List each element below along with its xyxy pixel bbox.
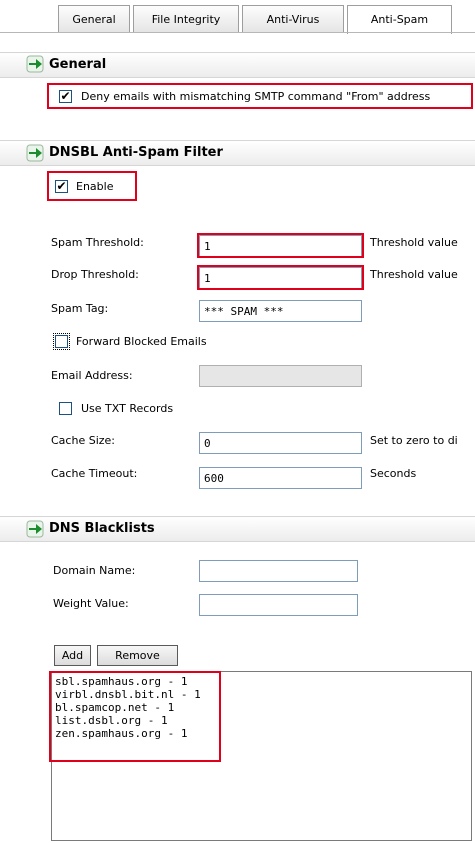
cache-timeout-label: Cache Timeout: xyxy=(51,467,138,480)
use-txt-records-label: Use TXT Records xyxy=(81,402,174,415)
email-address-label: Email Address: xyxy=(51,369,133,382)
spam-threshold-label: Spam Threshold: xyxy=(51,236,144,249)
deny-mismatch-checkbox[interactable]: ✔ xyxy=(59,90,72,103)
drop-threshold-hint: Threshold value xyxy=(370,268,458,281)
weight-value-input[interactable] xyxy=(199,594,358,616)
enable-label: Enable xyxy=(76,180,114,193)
deny-mismatch-label: Deny emails with mismatching SMTP comman… xyxy=(81,90,431,103)
arrow-right-icon xyxy=(26,520,44,538)
cache-size-input[interactable]: 0 xyxy=(199,432,362,454)
dnsbl-section-title: DNSBL Anti-Spam Filter xyxy=(49,145,223,160)
spam-threshold-hint: Threshold value xyxy=(370,236,458,249)
arrow-right-icon xyxy=(26,144,44,162)
cache-size-label: Cache Size: xyxy=(51,434,115,447)
email-address-input[interactable] xyxy=(199,365,362,387)
blacklists-section-title: DNS Blacklists xyxy=(49,521,155,536)
drop-threshold-highlight xyxy=(197,265,364,290)
forward-blocked-checkbox[interactable] xyxy=(53,333,70,350)
tab-anti-spam[interactable]: Anti-Spam xyxy=(347,5,452,34)
domain-name-input[interactable] xyxy=(199,560,358,582)
add-button[interactable]: Add xyxy=(54,645,91,666)
spam-tag-label: Spam Tag: xyxy=(51,302,109,315)
cache-timeout-input[interactable]: 600 xyxy=(199,467,362,489)
arrow-right-icon xyxy=(26,55,44,73)
tab-anti-virus[interactable]: Anti-Virus xyxy=(242,5,344,33)
general-section-title: General xyxy=(49,57,107,72)
weight-value-label: Weight Value: xyxy=(53,597,129,610)
tab-underline xyxy=(0,32,475,33)
enable-checkbox[interactable]: ✔ xyxy=(55,180,68,193)
forward-blocked-label: Forward Blocked Emails xyxy=(76,335,207,348)
drop-threshold-label: Drop Threshold: xyxy=(51,268,139,281)
tab-general[interactable]: General xyxy=(58,5,130,33)
spam-tag-input[interactable]: *** SPAM *** xyxy=(199,300,362,322)
remove-button[interactable]: Remove xyxy=(97,645,178,666)
spam-threshold-highlight xyxy=(197,233,364,258)
blacklist-items-highlight xyxy=(49,671,221,762)
cache-timeout-hint: Seconds xyxy=(370,467,417,480)
use-txt-records-checkbox[interactable] xyxy=(59,402,72,415)
cache-size-hint: Set to zero to di xyxy=(370,434,458,447)
tab-file-integrity[interactable]: File Integrity xyxy=(133,5,239,33)
domain-name-label: Domain Name: xyxy=(53,564,136,577)
